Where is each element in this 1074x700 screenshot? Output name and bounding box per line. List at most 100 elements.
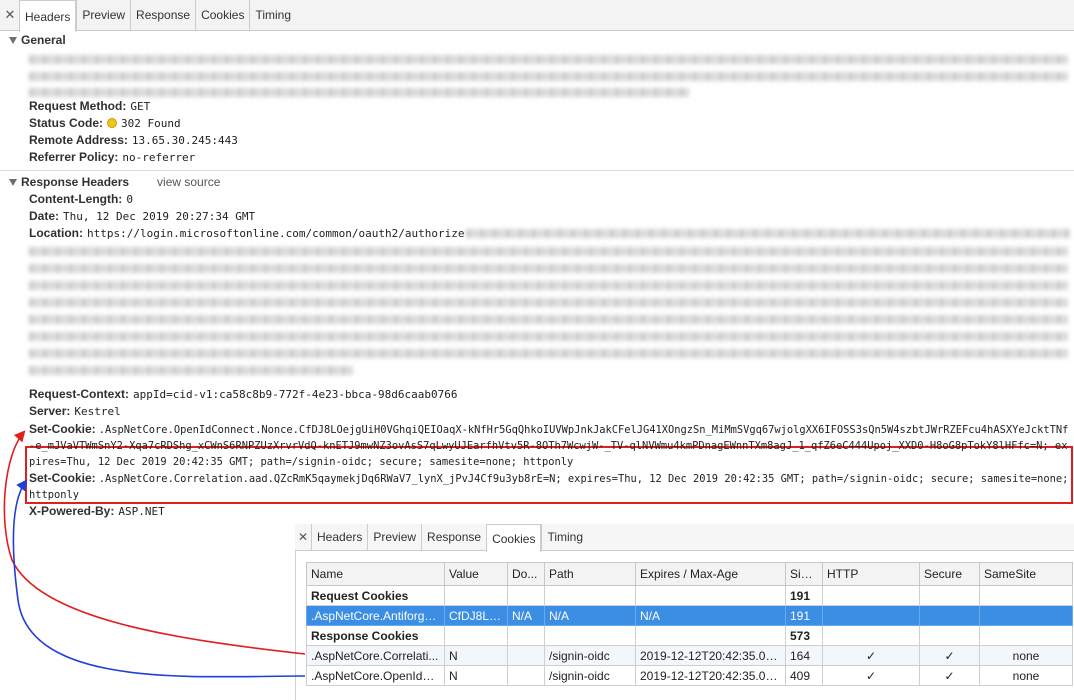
response-headers-title: Response Headers [21,175,130,189]
x-powered-by-key: X-Powered-By: [29,504,115,518]
sort-ascending-icon: ▲ [813,570,822,579]
cookie-http: ✓ [822,645,920,666]
status-code-value: 302 Found [121,117,181,130]
response-cookies-group: Response Cookies 573 [306,625,1073,646]
col-expires[interactable]: Expires / Max-Age [635,562,786,586]
response-headers-section-header[interactable]: Response Headers view source [0,172,1074,192]
location-value: https://login.microsoftonline.com/common… [87,227,465,240]
table-row[interactable]: .AspNetCore.Correlati... N /signin-oidc … [306,645,1073,666]
status-code-key: Status Code: [29,116,104,130]
redacted-location [29,315,1069,324]
group-size: 573 [785,625,823,646]
tab-response[interactable]: Response [421,524,486,550]
col-domain[interactable]: Do... [507,562,545,586]
cookie-samesite [979,605,1073,626]
status-code-row: Status Code: 302 Found [29,115,181,132]
tab-cookies[interactable]: Cookies [486,524,542,552]
cookie-size: 164 [785,645,823,666]
tab-headers[interactable]: Headers [19,0,77,32]
close-icon[interactable]: ✕ [295,524,311,550]
request-method-key: Request Method: [29,99,127,113]
cookie-path: /signin-oidc [544,665,636,686]
x-powered-by-value: ASP.NET [118,505,165,518]
redacted-request-url [29,72,1069,81]
set-cookie-key: Set-Cookie: [29,422,96,436]
cookie-secure: ✓ [919,645,980,666]
cookie-path: N/A [544,605,636,626]
set-cookie-key: Set-Cookie: [29,471,96,485]
redacted-location [466,229,1070,238]
redacted-location [29,264,1069,273]
general-title: General [21,33,66,47]
group-label: Response Cookies [306,625,445,646]
cookie-expires: N/A [635,605,786,626]
general-section-header[interactable]: General [0,30,1074,50]
date-row: Date: Thu, 12 Dec 2019 20:27:34 GMT [29,208,255,225]
set-cookie-nonce-row: Set-Cookie: .AspNetCore.OpenIdConnect.No… [29,421,1072,470]
redacted-location [29,366,354,375]
cookie-name: .AspNetCore.OpenIdC... [306,665,445,686]
cookie-expires: 2019-12-12T20:42:35.000Z [635,645,786,666]
set-cookie-correlation-value: .AspNetCore.Correlation.aad.QZcRmK5qayme… [29,473,1069,501]
cookie-size: 409 [785,665,823,686]
view-source-link[interactable]: view source [157,175,220,189]
cookie-value: N [444,665,508,686]
devtools-tabbar: ✕ Headers Preview Response Cookies Timin… [0,0,1074,32]
x-powered-by-row: X-Powered-By: ASP.NET [29,503,165,520]
close-icon[interactable]: ✕ [1,0,19,30]
cookie-domain: N/A [507,605,545,626]
cookie-http: ✓ [822,665,920,686]
redacted-location [29,332,1069,341]
date-value: Thu, 12 Dec 2019 20:27:34 GMT [63,210,256,223]
content-length-row: Content-Length: 0 [29,191,133,208]
tab-preview[interactable]: Preview [367,524,421,550]
col-samesite[interactable]: SameSite [979,562,1073,586]
col-size[interactable]: Size ▲ [785,562,823,586]
cookie-expires: 2019-12-12T20:42:35.000Z [635,665,786,686]
tab-preview[interactable]: Preview [76,0,130,30]
col-secure[interactable]: Secure [919,562,980,586]
tab-headers[interactable]: Headers [311,524,367,550]
col-size-label: Size [790,567,814,581]
request-context-row: Request-Context: appId=cid-v1:ca58c8b9-77… [29,386,458,403]
col-value[interactable]: Value [444,562,508,586]
referrer-policy-value: no-referrer [122,151,196,164]
server-value: Kestrel [74,405,121,418]
cookie-name: .AspNetCore.Antiforge... [306,605,445,626]
table-row[interactable]: .AspNetCore.Antiforge... CfDJ8LO... N/A … [306,605,1073,626]
cookie-samesite: none [979,665,1073,686]
group-label: Request Cookies [306,585,445,606]
cookie-path: /signin-oidc [544,645,636,666]
cookie-domain [507,645,545,666]
col-http[interactable]: HTTP [822,562,920,586]
cookie-size: 191 [785,605,823,626]
cookie-domain [507,665,545,686]
table-row[interactable]: .AspNetCore.OpenIdC... N /signin-oidc 20… [306,665,1073,686]
redacted-location [29,298,1069,307]
redacted-location [29,349,1069,358]
status-dot-icon [107,118,118,128]
tab-timing[interactable]: Timing [541,524,588,550]
remote-address-row: Remote Address: 13.65.30.245:443 [29,132,238,149]
redacted-request-url [29,88,689,97]
server-row: Server: Kestrel [29,403,121,420]
request-method-row: Request Method: GET [29,98,150,115]
col-path[interactable]: Path [544,562,636,586]
cookie-value: CfDJ8LO... [444,605,508,626]
request-context-key: Request-Context: [29,387,130,401]
remote-address-value: 13.65.30.245:443 [131,134,238,147]
triangle-down-icon [9,36,17,44]
cookie-secure: ✓ [919,665,980,686]
cookie-http [822,605,920,626]
tab-cookies[interactable]: Cookies [195,0,249,30]
tab-timing[interactable]: Timing [249,0,296,30]
content-length-key: Content-Length: [29,192,123,206]
col-name[interactable]: Name [306,562,445,586]
tab-response[interactable]: Response [130,0,195,30]
cookies-table: Name Value Do... Path Expires / Max-Age … [306,562,1073,686]
date-key: Date: [29,209,60,223]
redacted-location [29,281,1069,290]
request-cookies-group: Request Cookies 191 [306,585,1073,606]
set-cookie-nonce-value: .AspNetCore.OpenIdConnect.Nonce.CfDJ8LOe… [29,424,1069,468]
location-key: Location: [29,226,83,240]
